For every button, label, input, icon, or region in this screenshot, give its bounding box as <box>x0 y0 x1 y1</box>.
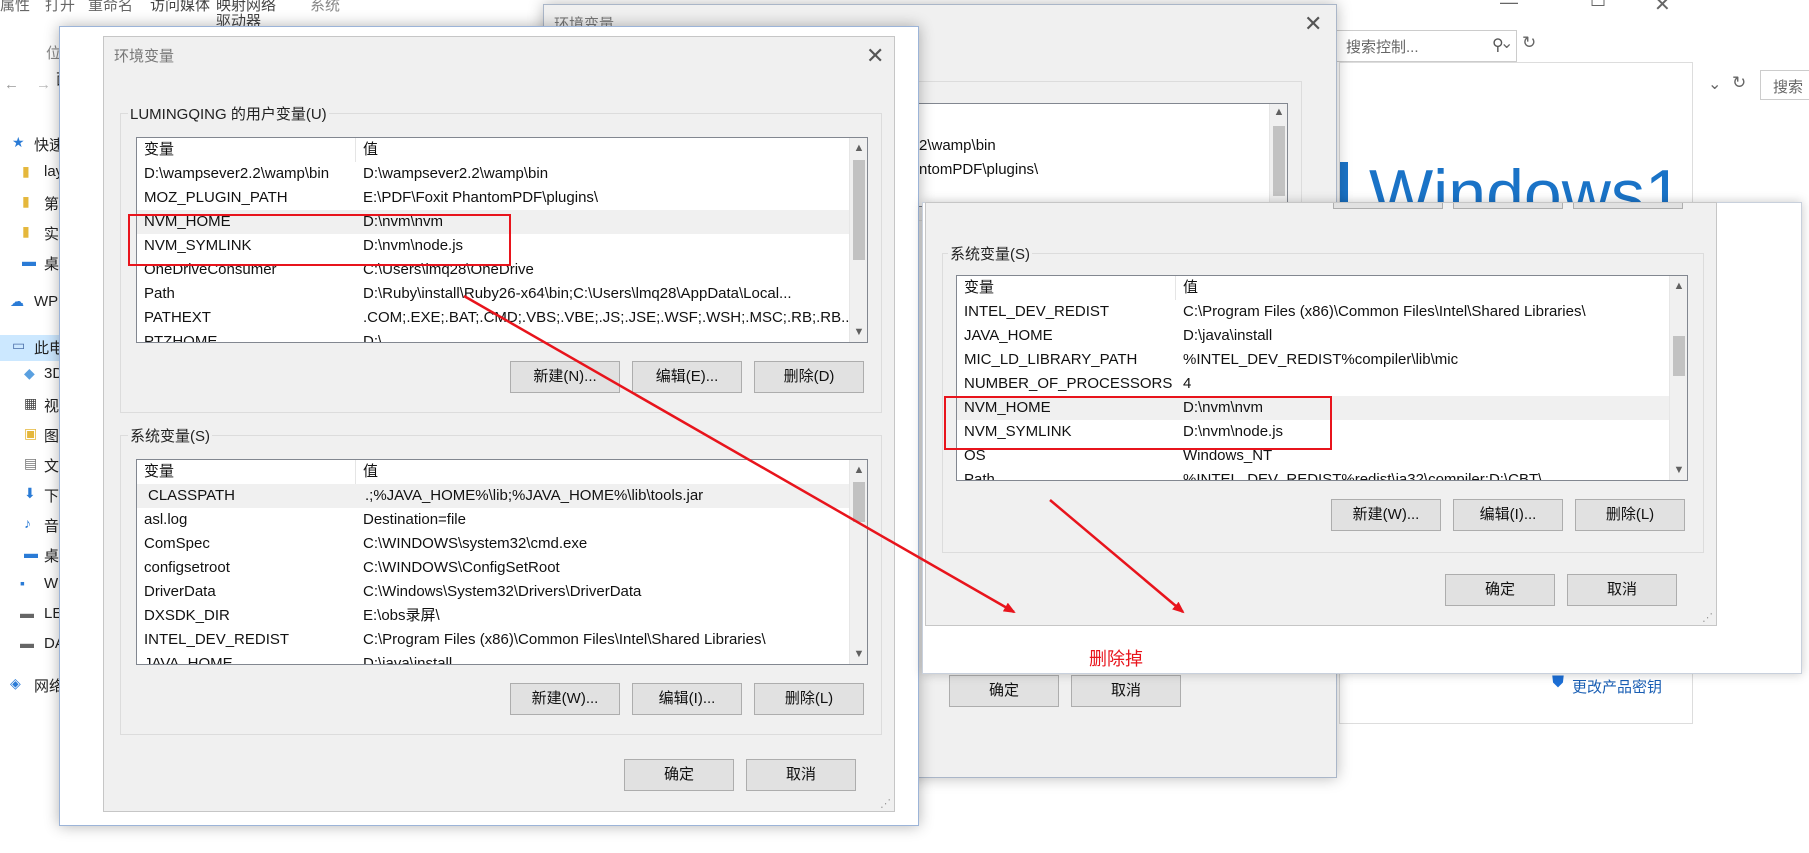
arrow-from-user-vars <box>463 294 1016 614</box>
arrow-from-sys-vars <box>1049 499 1185 614</box>
annotation-arrows <box>463 294 1185 614</box>
delete-annotation-label: 删除掉 <box>1089 649 1143 669</box>
